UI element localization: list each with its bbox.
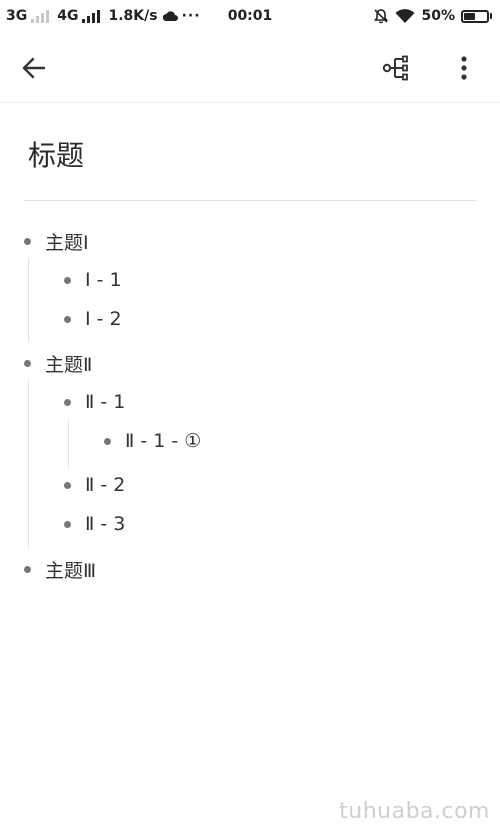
- more-vertical-icon: [461, 56, 467, 80]
- outline-item-text[interactable]: Ⅱ - 2: [85, 474, 125, 496]
- outline-item-topic-2-2[interactable]: Ⅱ - 2: [64, 472, 125, 498]
- bullet-icon[interactable]: [64, 520, 71, 528]
- outline-item-text[interactable]: Ⅱ - 1: [85, 391, 125, 413]
- document-title[interactable]: 标题: [28, 134, 84, 174]
- mind-map-icon: [382, 55, 408, 81]
- bullet-icon[interactable]: [64, 398, 71, 406]
- watermark: tuhuaba.com: [339, 799, 490, 824]
- bullet-icon[interactable]: [64, 481, 71, 489]
- outline-guide-line: [28, 258, 29, 342]
- app-bar: [0, 34, 500, 103]
- bullet-icon[interactable]: [24, 565, 31, 573]
- outline-guide-line: [28, 380, 29, 548]
- outline-item-topic-1-2[interactable]: Ⅰ - 2: [64, 306, 122, 332]
- status-bar: 3G 4G 1.8K/s ··· 00:01 50%: [0, 0, 500, 34]
- wifi-icon: [395, 8, 415, 23]
- outline-item-text[interactable]: Ⅱ - 3: [85, 513, 125, 535]
- outline-item-topic-2-3[interactable]: Ⅱ - 3: [64, 511, 125, 537]
- battery-percent: 50%: [421, 8, 455, 24]
- outline-item-topic-1[interactable]: 主题Ⅰ: [24, 228, 89, 254]
- outline-item-text[interactable]: 主题Ⅲ: [45, 556, 96, 583]
- bullet-icon[interactable]: [104, 437, 111, 445]
- outline-item-text[interactable]: 主题Ⅱ: [45, 350, 92, 377]
- outline-item-topic-1-1[interactable]: Ⅰ - 1: [64, 267, 122, 293]
- outline-item-topic-2-1-1[interactable]: Ⅱ - 1 - ①: [104, 428, 201, 454]
- outline-item-topic-2[interactable]: 主题Ⅱ: [24, 350, 92, 376]
- title-divider: [24, 200, 476, 201]
- mind-map-button[interactable]: [380, 54, 412, 82]
- bullet-icon[interactable]: [64, 315, 71, 323]
- outline-item-text[interactable]: 主题Ⅰ: [45, 228, 89, 255]
- outline-item-topic-2-1[interactable]: Ⅱ - 1: [64, 389, 125, 415]
- outline-guide-line: [68, 420, 69, 468]
- bullet-icon[interactable]: [64, 276, 71, 284]
- bullet-icon[interactable]: [24, 359, 31, 367]
- bullet-icon[interactable]: [24, 237, 31, 245]
- outline-item-text[interactable]: Ⅱ - 1 - ①: [125, 430, 201, 452]
- back-button[interactable]: [18, 54, 50, 82]
- battery-icon: [461, 9, 492, 23]
- more-options-button[interactable]: [452, 54, 476, 82]
- status-right: 50%: [373, 8, 492, 24]
- bell-off-icon: [374, 9, 389, 24]
- outline-item-text[interactable]: Ⅰ - 2: [85, 308, 122, 330]
- arrow-left-icon: [22, 57, 46, 79]
- outline-item-topic-3[interactable]: 主题Ⅲ: [24, 556, 96, 582]
- outline-item-text[interactable]: Ⅰ - 1: [85, 269, 122, 291]
